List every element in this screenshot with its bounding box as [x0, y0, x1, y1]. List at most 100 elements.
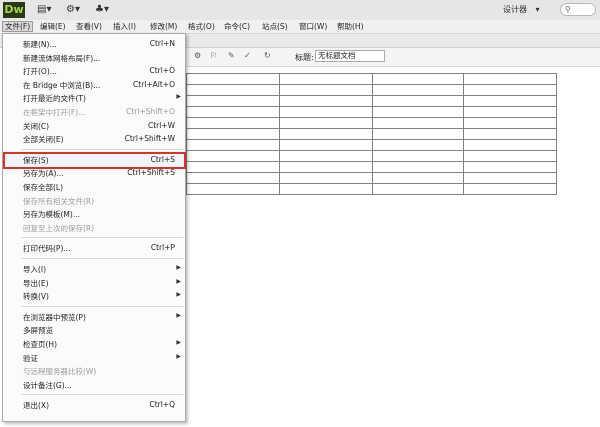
- table-cell[interactable]: [372, 139, 464, 151]
- visual-aids-icon[interactable]: ✎: [228, 51, 235, 60]
- table-cell[interactable]: [279, 95, 373, 107]
- table-cell[interactable]: [463, 172, 557, 184]
- menubar-item[interactable]: 格式(O): [186, 21, 217, 32]
- menubar-item[interactable]: 编辑(E): [38, 21, 68, 32]
- table-cell[interactable]: [279, 117, 373, 129]
- table-cell[interactable]: [186, 84, 280, 96]
- file-menu-item[interactable]: 导出(E) ▶: [3, 276, 185, 290]
- table-cell[interactable]: [372, 84, 464, 96]
- file-menu-item[interactable]: 转换(V) ▶: [3, 289, 185, 303]
- table-cell[interactable]: [186, 95, 280, 107]
- title-bar: Dw ▤▾ ⚙▾ ♣▾ 设计器 ▾ ⚲: [0, 0, 600, 21]
- file-menu-item[interactable]: 导入(I) ▶: [3, 262, 185, 276]
- menubar-item[interactable]: 帮助(H): [335, 21, 366, 32]
- table-cell[interactable]: [372, 150, 464, 162]
- file-menu-item[interactable]: 另存为模板(M)...: [3, 207, 185, 221]
- menu-item-label: 保存(S): [23, 155, 49, 165]
- file-menu-item[interactable]: 保存全部(L): [3, 180, 185, 194]
- table-cell[interactable]: [372, 106, 464, 118]
- preview-icon[interactable]: ⚐: [210, 51, 217, 60]
- validate-icon[interactable]: ✓: [244, 51, 251, 60]
- gear-icon[interactable]: ⚙▾: [66, 3, 80, 17]
- menubar-item[interactable]: 窗口(W): [297, 21, 329, 32]
- file-menu-item[interactable]: 退出(X) Ctrl+Q: [3, 398, 185, 412]
- table-cell[interactable]: [372, 128, 464, 140]
- table-cell[interactable]: [463, 128, 557, 140]
- file-management-icon[interactable]: ⚙: [194, 51, 201, 60]
- file-menu-item[interactable]: 新建流体网格布局(F)...: [3, 51, 185, 65]
- file-menu-item[interactable]: 打印代码(P)... Ctrl+P: [3, 241, 185, 255]
- table-cell[interactable]: [463, 117, 557, 129]
- table-cell[interactable]: [463, 106, 557, 118]
- file-menu-item[interactable]: 另存为(A)... Ctrl+Shift+S: [3, 166, 185, 180]
- menu-item-label: 另存为模板(M)...: [23, 210, 80, 220]
- menu-item-label: 退出(X): [23, 401, 49, 411]
- table-cell[interactable]: [463, 183, 557, 195]
- table-cell[interactable]: [279, 73, 373, 85]
- table-cell[interactable]: [463, 95, 557, 107]
- table-cell[interactable]: [279, 139, 373, 151]
- menu-separator: [21, 305, 183, 307]
- menu-separator: [21, 258, 183, 259]
- table-cell[interactable]: [463, 150, 557, 162]
- search-input[interactable]: ⚲: [560, 3, 596, 16]
- menu-separator: [21, 237, 183, 239]
- table-cell[interactable]: [372, 161, 464, 173]
- table-cell[interactable]: [463, 84, 557, 96]
- file-menu-item[interactable]: 保存(S) Ctrl+S: [3, 153, 185, 167]
- table-cell[interactable]: [186, 172, 280, 184]
- file-menu-item[interactable]: 检查页(H) ▶: [3, 337, 185, 351]
- table-cell[interactable]: [279, 128, 373, 140]
- table-cell[interactable]: [186, 73, 280, 85]
- refresh-icon[interactable]: ↻: [264, 51, 271, 60]
- table-cell[interactable]: [186, 150, 280, 162]
- menu-item-shortcut: Ctrl+S: [150, 154, 175, 164]
- file-menu-item[interactable]: 设计备注(G)...: [3, 378, 185, 392]
- menu-item-shortcut: Ctrl+N: [149, 39, 175, 48]
- table-cell[interactable]: [372, 73, 464, 85]
- table-cell[interactable]: [372, 95, 464, 107]
- menu-item-shortcut: Ctrl+P: [150, 243, 175, 253]
- extensions-icon[interactable]: ♣▾: [95, 3, 109, 17]
- table-cell[interactable]: [463, 161, 557, 173]
- table-cell[interactable]: [372, 117, 464, 129]
- menubar-item[interactable]: 文件(F): [2, 21, 34, 32]
- layout-icon[interactable]: ▤▾: [37, 3, 51, 17]
- table-cell[interactable]: [279, 84, 373, 96]
- file-menu-item[interactable]: 新建(N)... Ctrl+N: [3, 37, 185, 51]
- menu-item-label: 转换(V): [23, 292, 49, 302]
- design-table[interactable]: [186, 73, 557, 195]
- menubar-item[interactable]: 查看(V): [74, 21, 104, 32]
- table-cell[interactable]: [279, 172, 373, 184]
- menubar-item[interactable]: 修改(M): [148, 21, 179, 32]
- file-menu-item[interactable]: 打开最近的文件(T) ▶: [3, 91, 185, 105]
- table-cell[interactable]: [279, 150, 373, 162]
- file-menu-item[interactable]: 全部关闭(E) Ctrl+Shift+W: [3, 132, 185, 146]
- table-cell[interactable]: [186, 117, 280, 129]
- file-menu-item[interactable]: 打开(O)... Ctrl+O: [3, 64, 185, 78]
- menubar-item[interactable]: 站点(S): [260, 21, 290, 32]
- menubar-item[interactable]: 插入(I): [111, 21, 138, 32]
- table-cell[interactable]: [186, 139, 280, 151]
- table-cell[interactable]: [463, 139, 557, 151]
- table-cell[interactable]: [186, 183, 280, 195]
- file-menu-item[interactable]: 验证 ▶: [3, 351, 185, 365]
- file-menu-item[interactable]: 在 Bridge 中浏览(B)... Ctrl+Alt+O: [3, 78, 185, 92]
- table-cell[interactable]: [186, 106, 280, 118]
- table-cell[interactable]: [372, 172, 464, 184]
- table-cell[interactable]: [279, 183, 373, 195]
- file-menu-item[interactable]: 在浏览器中预览(P) ▶: [3, 310, 185, 324]
- file-menu-item[interactable]: 关闭(C) Ctrl+W: [3, 119, 185, 133]
- document-title-input[interactable]: 无标题文档: [315, 50, 385, 62]
- table-cell[interactable]: [463, 73, 557, 85]
- table-cell[interactable]: [279, 161, 373, 173]
- table-cell[interactable]: [186, 161, 280, 173]
- menu-item-label: 多屏预览: [23, 326, 53, 336]
- table-cell[interactable]: [372, 183, 464, 195]
- table-cell[interactable]: [186, 128, 280, 140]
- table-cell[interactable]: [279, 106, 373, 118]
- menubar-item[interactable]: 命令(C): [222, 21, 252, 32]
- workspace-switcher[interactable]: 设计器 ▾: [503, 3, 540, 17]
- table-row: [186, 128, 557, 140]
- file-menu-item[interactable]: 多屏预览: [3, 323, 185, 337]
